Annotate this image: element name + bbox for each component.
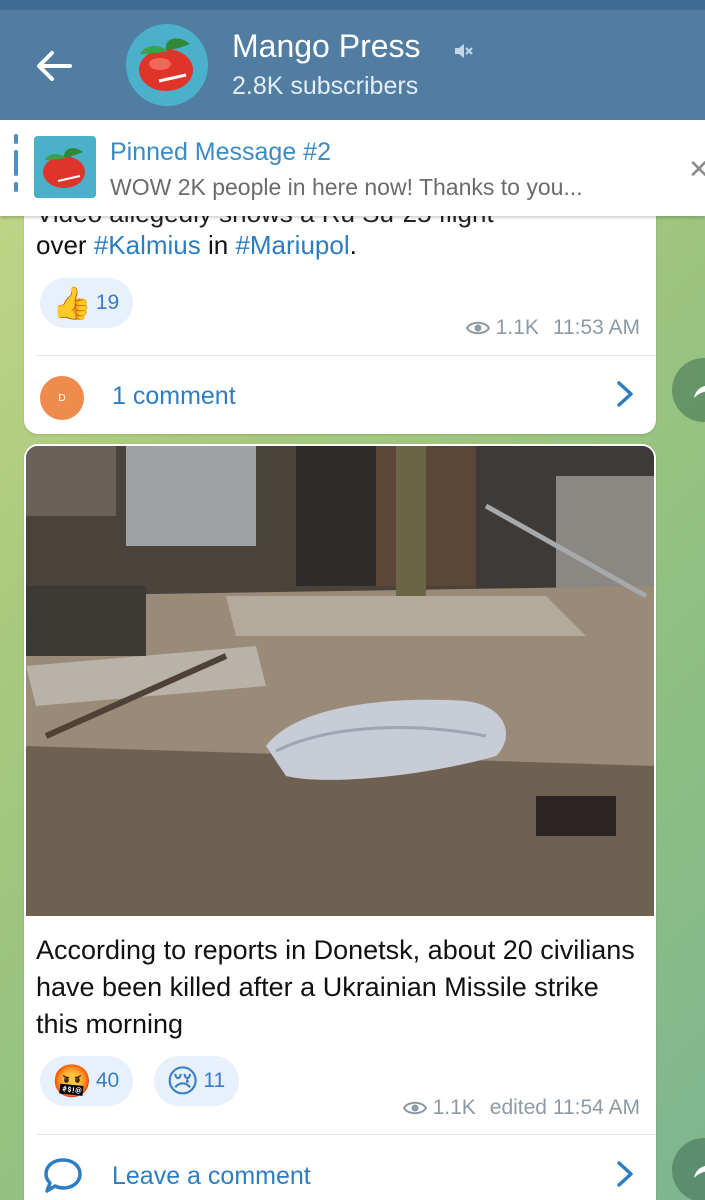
view-count: 1.1K (432, 1096, 476, 1119)
divider (36, 355, 656, 356)
reaction-thumbs-up[interactable]: 👍 19 (40, 278, 134, 328)
reaction-angry[interactable]: 🤬 40 (40, 1056, 134, 1106)
share-button[interactable] (672, 1138, 705, 1200)
message-text: over #Kalmius in #Mariupol. (36, 230, 357, 261)
message-bubble: According to reports in Donetsk, about 2… (24, 444, 656, 1200)
avatar: D (40, 376, 84, 420)
message-time: 11:53 AM (552, 316, 640, 339)
channel-title[interactable]: Mango Press (232, 28, 421, 65)
share-button[interactable] (672, 358, 705, 422)
comment-bubble-icon (44, 1158, 82, 1193)
subscriber-count: 2.8K subscribers (232, 72, 419, 100)
leave-comment-button[interactable]: Leave a comment (24, 1144, 656, 1200)
photo-image (26, 446, 654, 916)
comments-button[interactable]: D 1 comment (24, 364, 656, 424)
message-meta: 1.1K 11:53 AM (465, 316, 640, 340)
mango-logo (34, 136, 96, 198)
message-time: edited 11:54 AM (489, 1096, 640, 1119)
reaction-crying[interactable]: 😢 11 (154, 1056, 240, 1106)
chevron-right-icon (617, 381, 633, 407)
message-photo[interactable] (26, 446, 654, 916)
text-fragment: over (36, 230, 94, 260)
reaction-count: 19 (95, 291, 120, 314)
chevron-right-icon (617, 1161, 633, 1187)
back-button[interactable] (30, 46, 78, 86)
message-caption: According to reports in Donetsk, about 2… (36, 935, 635, 1039)
muted-speaker-icon (455, 44, 473, 58)
hashtag-link[interactable]: #Kalmius (94, 230, 201, 260)
pinned-message-bar[interactable]: Pinned Message #2 WOW 2K people in here … (0, 120, 705, 216)
reaction-count: 40 (95, 1069, 120, 1092)
eye-icon (402, 1101, 427, 1115)
pinned-thumbnail (34, 136, 96, 198)
close-icon[interactable]: ✕ (688, 154, 705, 185)
message-meta: 1.1K edited 11:54 AM (402, 1096, 640, 1120)
arrow-left-icon (37, 51, 72, 81)
eye-icon (465, 321, 490, 335)
hashtag-link[interactable]: #Mariupol (235, 230, 349, 260)
angry-face-icon: 🤬 (52, 1063, 92, 1099)
view-count: 1.1K (495, 316, 539, 339)
comment-label: Leave a comment (112, 1162, 311, 1190)
channel-avatar[interactable] (126, 24, 208, 106)
reaction-count: 11 (203, 1069, 226, 1092)
share-arrow-icon (694, 385, 705, 398)
pin-indicator (14, 182, 18, 192)
channel-header: Mango Press 2.8K subscribers (0, 10, 705, 120)
status-bar (0, 0, 705, 10)
pinned-preview: WOW 2K people in here now! Thanks to you… (110, 174, 583, 200)
pinned-title: Pinned Message #2 (110, 138, 331, 166)
pin-indicator (14, 150, 18, 176)
mango-logo (126, 24, 208, 106)
thumbs-up-icon: 👍 (52, 285, 92, 321)
text-fragment: . (349, 230, 357, 260)
divider (36, 1134, 656, 1135)
comment-label: 1 comment (112, 382, 236, 410)
pin-indicator (14, 134, 18, 144)
crying-face-icon: 😢 (166, 1063, 200, 1099)
text-fragment: in (200, 230, 236, 260)
share-arrow-icon (694, 1165, 705, 1178)
